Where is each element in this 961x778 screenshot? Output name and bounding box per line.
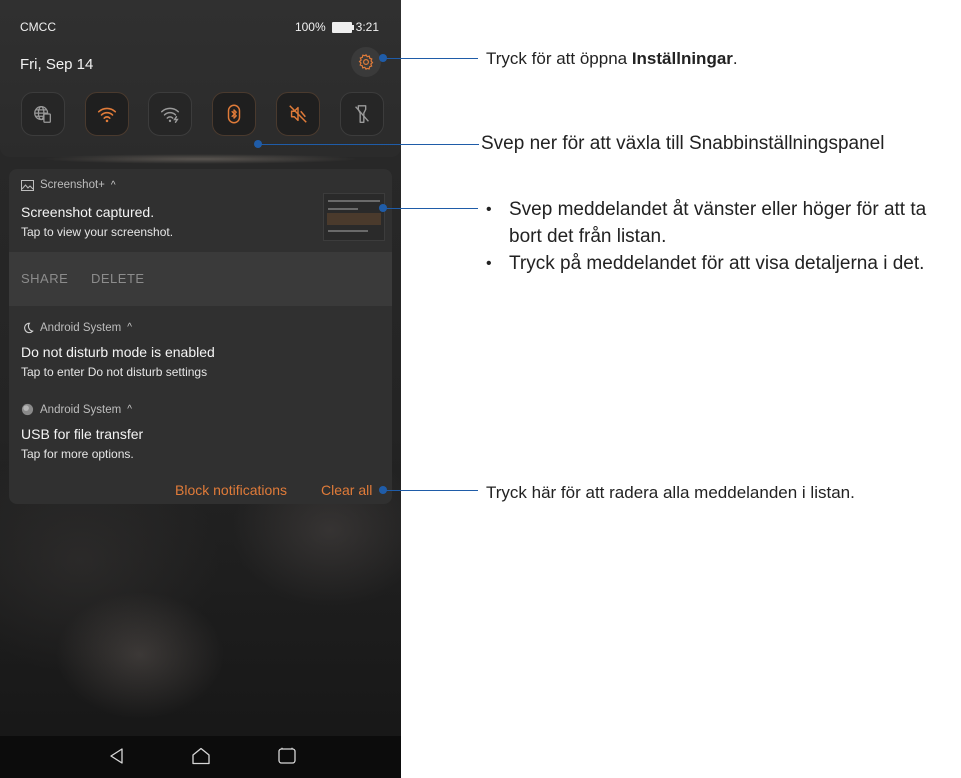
block-notifications-button[interactable]: Block notifications bbox=[175, 482, 287, 498]
image-icon bbox=[21, 179, 34, 191]
bullet-mark: • bbox=[486, 201, 492, 218]
usb-text[interactable]: Tap for more options. bbox=[21, 447, 134, 461]
android-system-icon bbox=[21, 403, 34, 416]
callout-swipe-down: Svep ner för att växla till Snabbinställ… bbox=[481, 133, 885, 154]
callout-clear-all: Tryck här för att radera alla meddelande… bbox=[486, 483, 855, 502]
battery-percent: 100% bbox=[294, 20, 326, 34]
globe-data-icon bbox=[34, 106, 51, 123]
callout-settings: Tryck för att öppna Inställningar. bbox=[486, 49, 738, 69]
screenshot-app-row: Screenshot+ ^ bbox=[21, 179, 116, 191]
callout-notification-list: • Svep meddelandet åt vänster eller höge… bbox=[486, 196, 956, 277]
clock: 3:21 bbox=[355, 20, 379, 34]
home-icon[interactable] bbox=[190, 746, 212, 766]
callout-bullet-1: • Svep meddelandet åt vänster eller höge… bbox=[486, 196, 956, 250]
screenshot-text: Tap to view your screenshot. bbox=[21, 225, 174, 239]
phone-screen: CMCC 100% 3:21 Fri, Sep 14 Screenshot+ ^… bbox=[0, 0, 401, 778]
back-icon[interactable] bbox=[107, 746, 127, 766]
tile-flashlight[interactable] bbox=[340, 92, 384, 136]
callout-settings-text: Tryck för att öppna bbox=[486, 49, 632, 68]
moon-icon bbox=[24, 322, 34, 334]
dnd-app-name: Android System bbox=[40, 321, 122, 334]
dnd-title[interactable]: Do not disturb mode is enabled bbox=[21, 344, 215, 360]
delete-button[interactable]: DELETE bbox=[91, 271, 145, 286]
flashlight-off-icon bbox=[355, 105, 369, 123]
callout-bullet-1-text: Svep meddelandet åt vänster eller höger … bbox=[509, 199, 927, 247]
dnd-app-row: Android System ^ bbox=[21, 321, 132, 334]
screenshot-thumbnail[interactable] bbox=[323, 193, 385, 241]
tile-sound[interactable] bbox=[276, 92, 320, 136]
battery-icon bbox=[331, 21, 354, 33]
sound-off-icon bbox=[289, 105, 307, 123]
expand-caret-icon[interactable]: ^ bbox=[127, 322, 132, 333]
bluetooth-icon bbox=[227, 104, 241, 124]
panel-handle-glow bbox=[40, 154, 361, 164]
status-right: 100% 3:21 bbox=[295, 20, 379, 34]
quick-tiles bbox=[21, 92, 384, 136]
tile-mobile-data[interactable] bbox=[21, 92, 65, 136]
settings-button[interactable] bbox=[351, 47, 381, 77]
callout-line-notification bbox=[386, 208, 478, 209]
tile-hotspot[interactable] bbox=[148, 92, 192, 136]
clear-all-button[interactable]: Clear all bbox=[321, 482, 372, 498]
carrier-label: CMCC bbox=[20, 20, 56, 34]
callout-bullet-2: • Tryck på meddelandet för att visa deta… bbox=[486, 250, 956, 277]
dnd-text[interactable]: Tap to enter Do not disturb settings bbox=[21, 365, 207, 379]
bullet-mark: • bbox=[486, 255, 492, 272]
tile-wifi[interactable] bbox=[85, 92, 129, 136]
gear-icon bbox=[358, 54, 374, 70]
usb-title[interactable]: USB for file transfer bbox=[21, 426, 143, 442]
system-notifications: Android System ^ Do not disturb mode is … bbox=[9, 306, 392, 504]
callout-bullet-2-text: Tryck på meddelandet för att visa detalj… bbox=[509, 253, 925, 274]
wifi-hotspot-icon bbox=[161, 107, 179, 123]
expand-caret-icon[interactable]: ^ bbox=[127, 404, 132, 415]
date-label: Fri, Sep 14 bbox=[20, 56, 94, 73]
usb-app-name: Android System bbox=[40, 403, 122, 416]
navigation-bar bbox=[0, 736, 401, 778]
wifi-icon bbox=[97, 107, 117, 123]
callout-settings-end: . bbox=[732, 49, 738, 68]
recents-icon[interactable] bbox=[276, 746, 298, 766]
callout-line-swipe-down bbox=[260, 144, 479, 145]
callout-line-clear-all bbox=[386, 490, 478, 491]
callout-line-settings bbox=[386, 58, 478, 59]
tile-bluetooth[interactable] bbox=[212, 92, 256, 136]
screenshot-title: Screenshot captured. bbox=[21, 204, 155, 220]
screenshot-app-name: Screenshot+ bbox=[40, 179, 105, 191]
share-button[interactable]: SHARE bbox=[21, 271, 68, 286]
callout-settings-bold: Inställningar bbox=[631, 49, 733, 68]
expand-caret-icon[interactable]: ^ bbox=[111, 180, 116, 191]
usb-app-row: Android System ^ bbox=[21, 403, 132, 416]
